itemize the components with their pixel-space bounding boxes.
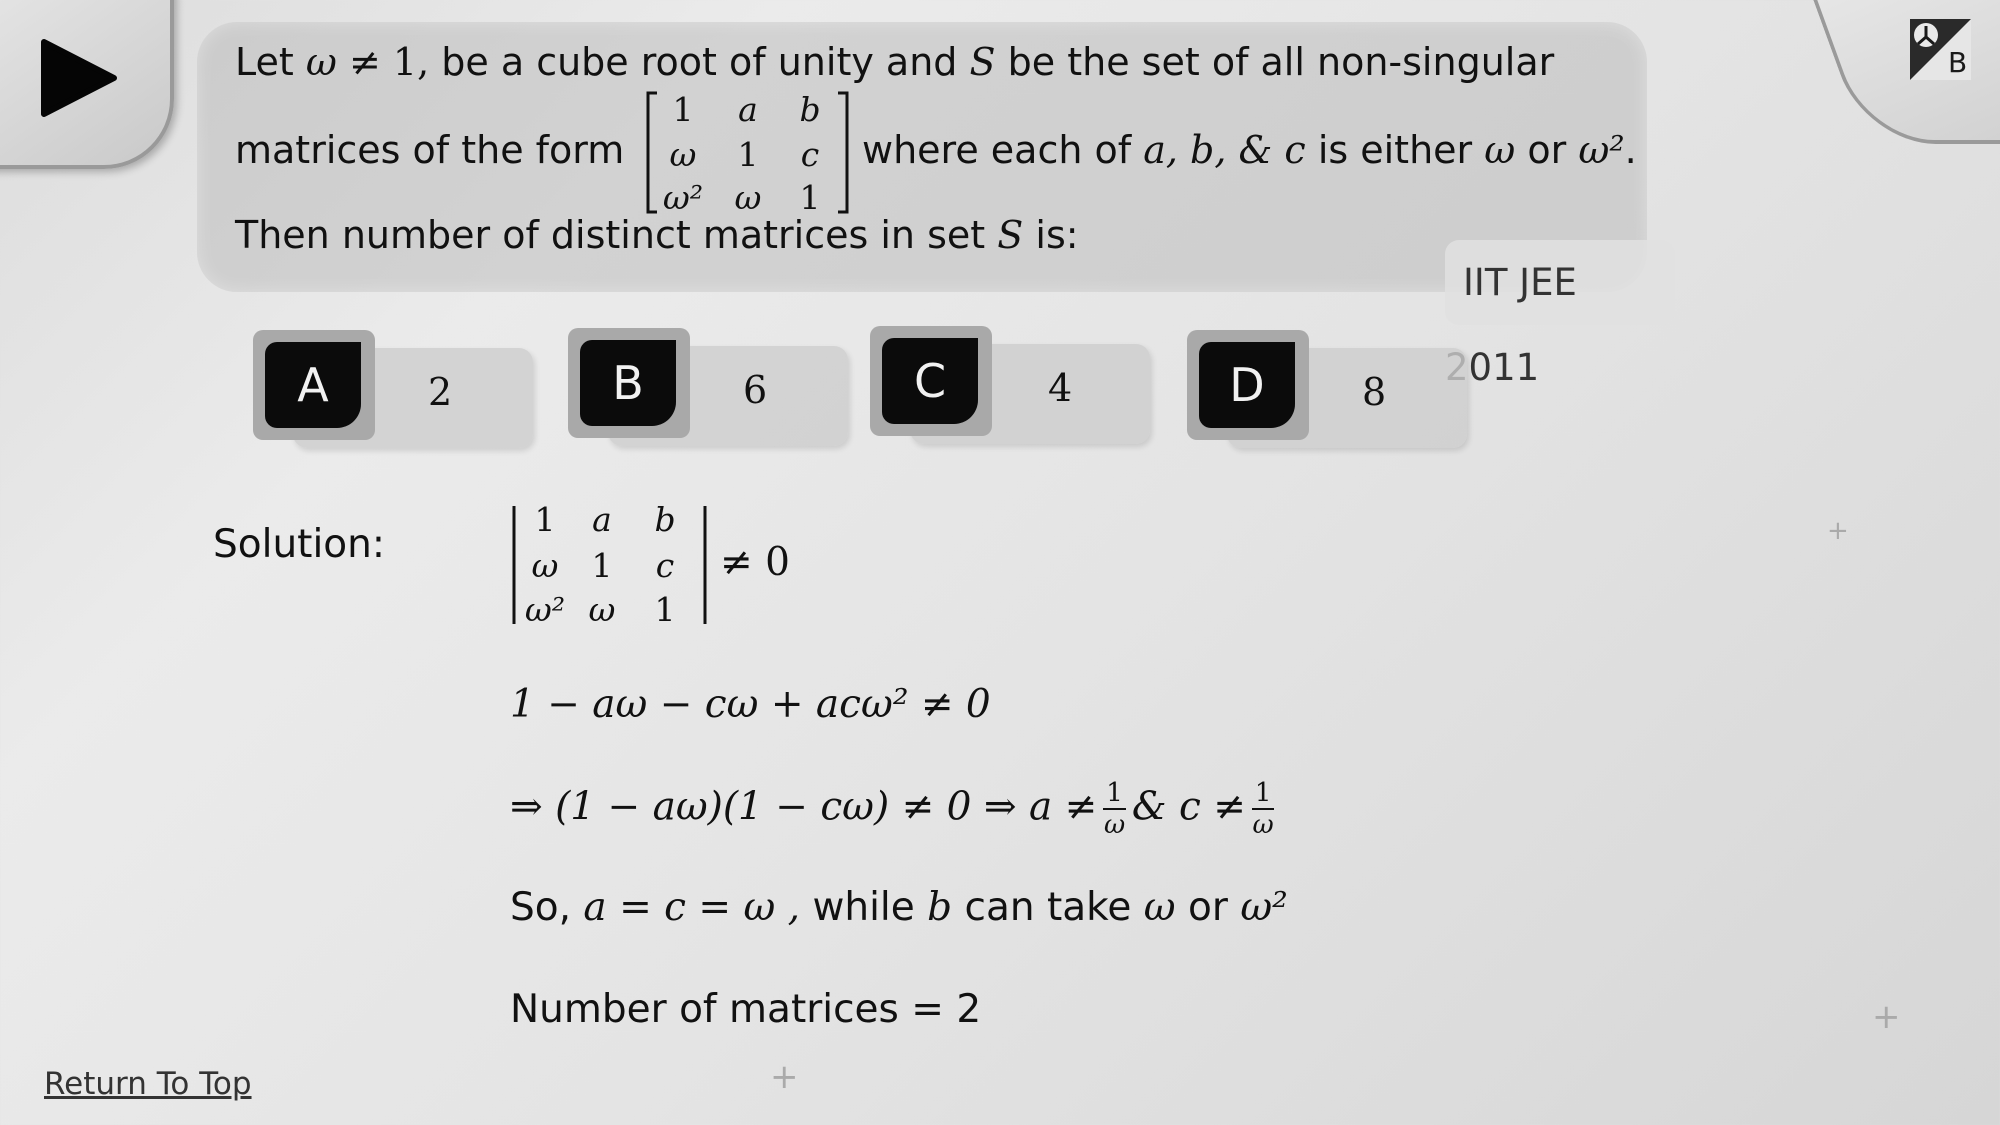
option-key: D [1199, 342, 1295, 428]
matrix-cell: 1 [672, 90, 694, 129]
option-value: 6 [743, 368, 768, 412]
plus-icon: + [770, 1057, 799, 1097]
option-d[interactable]: D 8 [1187, 330, 1467, 450]
matrix-cell: c [800, 135, 820, 174]
determinant-matrix: 1 a b ω 1 c ω² ω 1 [510, 500, 710, 630]
det-cell: ω [588, 590, 616, 629]
matrix-cell: ω² [662, 178, 704, 217]
det-cell: 1 [591, 546, 613, 585]
question-line-3: Then number of distinct matrices in set … [235, 213, 1079, 257]
play-icon[interactable] [40, 38, 120, 118]
det-cell: 1 [654, 590, 676, 629]
question-line-2-rest: where each of a, b, & c is either ω or ω… [862, 128, 1637, 172]
matrix-cell: b [799, 90, 821, 129]
option-key: A [265, 342, 361, 428]
matrix-cell: ω [669, 135, 697, 174]
matrix-cell: a [738, 90, 758, 129]
option-value: 2 [428, 370, 453, 414]
svg-text:B: B [1948, 46, 1967, 79]
option-a[interactable]: A 2 [253, 330, 533, 450]
matrix-cell: ω [734, 178, 762, 217]
question-line-2: matrices of the form [235, 128, 625, 172]
option-b[interactable]: B 6 [568, 328, 848, 448]
solution-step-3: So, a = c = ω , while b can take ω or ω² [510, 885, 1288, 930]
logo-icon: B [1910, 19, 1971, 80]
option-c[interactable]: C 4 [870, 326, 1150, 446]
option-value: 8 [1362, 370, 1387, 414]
det-cell: ω² [524, 590, 566, 629]
option-key: B [580, 340, 676, 426]
solution-step-2: ⇒ (1 − aω)(1 − cω) ≠ 0 ⇒ a ≠ 1 ω & c ≠ 1 ω [510, 778, 1275, 840]
option-key: C [882, 338, 978, 424]
solution-step-4: Number of matrices = 2 [510, 987, 982, 1032]
question-matrix: 1 a b ω 1 c ω² ω 1 [645, 90, 850, 217]
option-value: 4 [1048, 366, 1073, 410]
question-line-1: Let ω ≠ 1, be a cube root of unity and S… [235, 40, 1555, 84]
return-to-top-link[interactable]: Return To Top [44, 1066, 252, 1102]
exam-tag: IIT JEE 2011 [1445, 240, 1675, 389]
plus-icon: + [1872, 997, 1901, 1037]
matrix-cell: 1 [737, 135, 759, 174]
solution-step-1: 1 − aω − cω + acω² ≠ 0 [510, 682, 991, 727]
det-cell: c [655, 546, 675, 585]
plus-icon: + [1827, 516, 1849, 546]
solution-label: Solution: [213, 522, 386, 567]
det-cell: a [592, 500, 612, 539]
det-cell: ω [531, 546, 559, 585]
matrix-cell: 1 [799, 178, 821, 217]
det-cell: 1 [534, 500, 556, 539]
determinant-neq: ≠ 0 [720, 540, 790, 585]
det-cell: b [654, 500, 676, 539]
